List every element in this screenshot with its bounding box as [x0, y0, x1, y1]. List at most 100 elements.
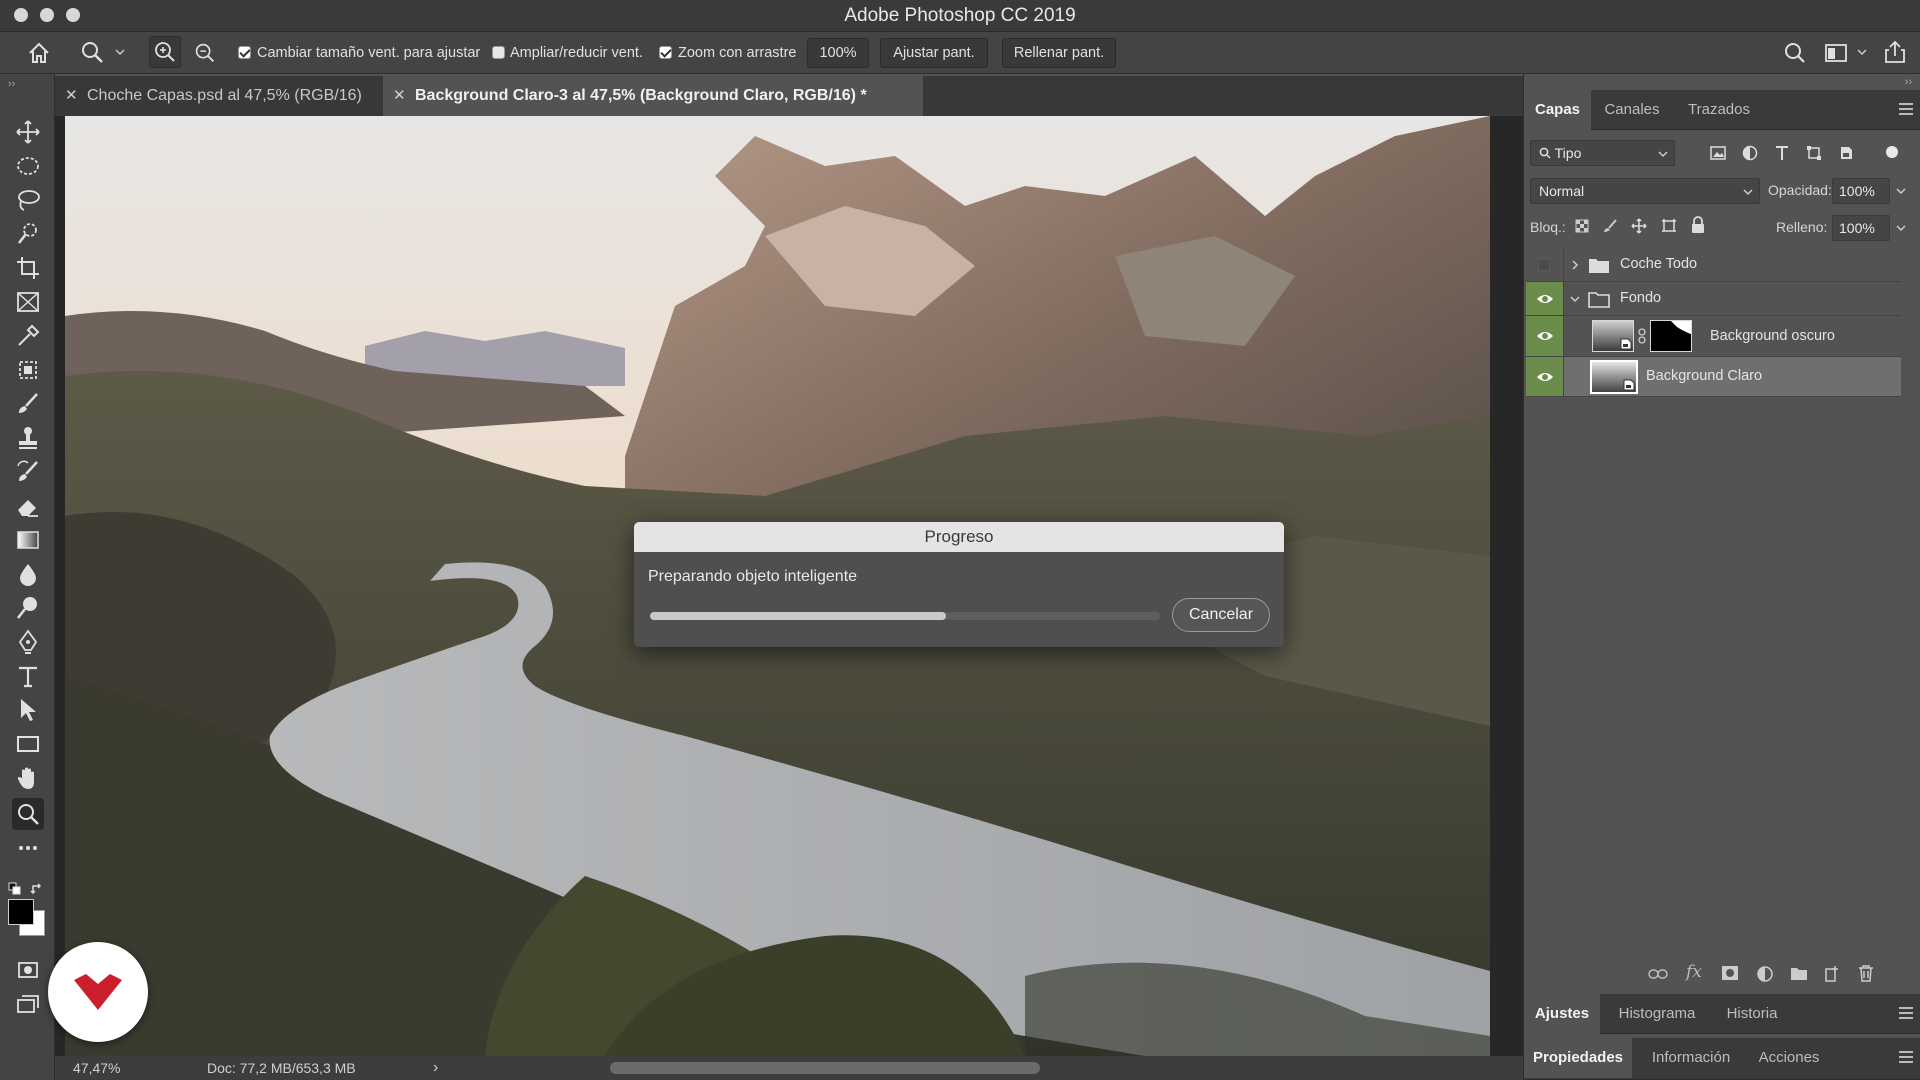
tab-canales[interactable]: Canales: [1594, 90, 1670, 130]
quick-selection-tool[interactable]: [14, 220, 42, 248]
cancel-button[interactable]: Cancelar: [1172, 598, 1270, 632]
resize-windows-checkbox[interactable]: [238, 46, 251, 59]
chevron-down-icon[interactable]: [115, 48, 125, 56]
new-group-icon[interactable]: [1790, 966, 1808, 981]
tab-propiedades[interactable]: Propiedades: [1524, 1038, 1632, 1078]
hand-tool[interactable]: [14, 764, 42, 792]
path-selection-tool[interactable]: [14, 696, 42, 724]
filter-adjustment-icon[interactable]: [1741, 144, 1759, 162]
search-icon[interactable]: [1783, 41, 1807, 65]
fill-screen-button[interactable]: Rellenar pant.: [1002, 38, 1116, 68]
tab-trazados[interactable]: Trazados: [1674, 90, 1764, 130]
brush-tool[interactable]: [14, 390, 42, 418]
lock-pixels-icon[interactable]: [1602, 218, 1618, 234]
horizontal-scrollbar[interactable]: [610, 1062, 1040, 1074]
filter-toggle-switch[interactable]: [1886, 146, 1898, 158]
lasso-tool[interactable]: [14, 186, 42, 214]
layer-row-background-claro-selected[interactable]: Background Claro: [1526, 357, 1901, 397]
tab-background-claro[interactable]: ✕ Background Claro-3 al 47,5% (Backgroun…: [383, 76, 923, 116]
tab-ajustes[interactable]: Ajustes: [1524, 994, 1600, 1034]
foreground-color-swatch[interactable]: [8, 899, 34, 925]
visibility-toggle[interactable]: [1526, 282, 1564, 315]
link-layers-icon[interactable]: [1648, 967, 1668, 981]
trash-icon[interactable]: [1858, 964, 1874, 982]
visibility-toggle[interactable]: [1526, 357, 1564, 396]
zoom-tool-preset-icon[interactable]: [80, 40, 106, 66]
layer-row-background-oscuro[interactable]: Background oscuro: [1526, 316, 1901, 357]
blend-mode-select[interactable]: Normal: [1530, 178, 1760, 204]
more-tools-button[interactable]: [14, 834, 42, 862]
layer-effects-icon[interactable]: fx: [1686, 962, 1702, 982]
tab-historia[interactable]: Historia: [1714, 994, 1790, 1034]
close-tab-icon[interactable]: ✕: [393, 76, 406, 116]
gradient-tool[interactable]: [14, 526, 42, 554]
zoom-all-windows-checkbox[interactable]: [492, 46, 505, 59]
add-mask-icon[interactable]: [1721, 965, 1739, 981]
zoom-tool[interactable]: [12, 798, 44, 830]
zoom-level[interactable]: 47,47%: [73, 1056, 120, 1080]
scrubby-zoom-checkbox[interactable]: [659, 46, 672, 59]
swap-colors-icon[interactable]: [30, 882, 44, 896]
lock-artboard-icon[interactable]: [1660, 217, 1678, 235]
mask-link-icon[interactable]: [1638, 328, 1646, 344]
home-icon[interactable]: [27, 41, 51, 65]
workspace-chevron-icon[interactable]: [1857, 48, 1867, 56]
filter-shape-icon[interactable]: [1805, 144, 1823, 162]
chevron-right-icon[interactable]: [1570, 260, 1580, 270]
tab-histograma[interactable]: Histograma: [1604, 994, 1710, 1034]
lock-all-icon[interactable]: [1690, 216, 1706, 234]
type-tool[interactable]: [14, 662, 42, 690]
layer-filter-kind-select[interactable]: Tipo: [1530, 140, 1675, 166]
panel-menu-icon[interactable]: [1899, 1007, 1913, 1019]
panel-menu-icon[interactable]: [1899, 103, 1913, 115]
lock-position-icon[interactable]: [1630, 217, 1648, 235]
frame-tool[interactable]: [14, 288, 42, 316]
history-brush-tool[interactable]: [14, 458, 42, 486]
tab-choche-capas[interactable]: ✕ Choche Capas.psd al 47,5% (RGB/16): [55, 76, 381, 116]
pen-tool[interactable]: [14, 628, 42, 656]
layer-mask-thumbnail[interactable]: [1650, 320, 1692, 352]
zoom-out-icon[interactable]: [191, 39, 219, 67]
marquee-tool[interactable]: [14, 152, 42, 180]
layer-row-fondo[interactable]: Fondo: [1526, 282, 1901, 316]
new-adjustment-layer-icon[interactable]: [1756, 965, 1774, 983]
new-layer-icon[interactable]: [1824, 965, 1840, 982]
filter-pixel-icon[interactable]: [1709, 144, 1727, 162]
move-tool[interactable]: [14, 118, 42, 146]
fill-chevron-icon[interactable]: [1896, 224, 1906, 232]
workspace-icon[interactable]: [1824, 42, 1848, 64]
blur-tool[interactable]: [14, 560, 42, 588]
default-colors-icon[interactable]: [8, 882, 22, 896]
clone-stamp-tool[interactable]: [14, 424, 42, 452]
status-menu-arrow-icon[interactable]: ›: [433, 1056, 438, 1080]
panel-menu-icon[interactable]: [1899, 1051, 1913, 1063]
collapse-arrows-icon[interactable]: ››: [8, 78, 15, 90]
eraser-tool[interactable]: [14, 492, 42, 520]
collapse-arrows-icon[interactable]: ››: [1905, 76, 1912, 88]
filter-type-icon[interactable]: [1773, 144, 1791, 162]
tab-informacion[interactable]: Información: [1636, 1038, 1746, 1078]
filter-smart-object-icon[interactable]: [1837, 144, 1855, 162]
tab-capas[interactable]: Capas: [1524, 90, 1591, 130]
fill-input[interactable]: 100%: [1832, 215, 1890, 241]
dodge-tool[interactable]: [14, 594, 42, 622]
visibility-toggle[interactable]: [1526, 248, 1564, 281]
healing-brush-tool[interactable]: [14, 356, 42, 384]
visibility-toggle[interactable]: [1526, 316, 1564, 356]
rectangle-tool[interactable]: [14, 730, 42, 758]
lock-transparent-icon[interactable]: [1574, 218, 1590, 234]
eyedropper-tool[interactable]: [14, 322, 42, 350]
layer-row-coche-todo[interactable]: Coche Todo: [1526, 248, 1901, 282]
chevron-down-icon[interactable]: [1570, 294, 1580, 304]
fit-screen-button[interactable]: Ajustar pant.: [880, 38, 988, 68]
tab-acciones[interactable]: Acciones: [1750, 1038, 1828, 1078]
screen-mode-button[interactable]: [14, 990, 42, 1018]
opacity-input[interactable]: 100%: [1832, 178, 1890, 204]
zoom-in-mode-button[interactable]: [149, 36, 181, 68]
zoom-100-button[interactable]: 100%: [807, 38, 869, 68]
quick-mask-button[interactable]: [14, 956, 42, 984]
crop-tool[interactable]: [14, 254, 42, 282]
close-tab-icon[interactable]: ✕: [65, 76, 78, 116]
share-icon[interactable]: [1883, 40, 1907, 64]
opacity-chevron-icon[interactable]: [1896, 187, 1906, 195]
